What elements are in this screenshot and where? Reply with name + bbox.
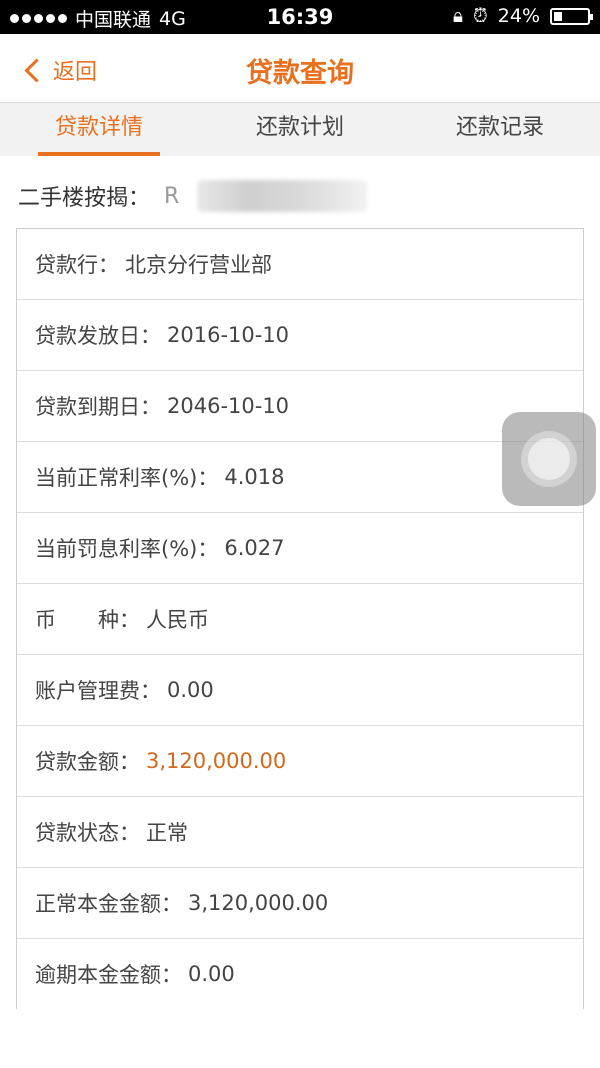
redacted-account-number xyxy=(197,180,368,212)
loan-type-label: 二手楼按揭： xyxy=(18,186,151,211)
battery-percent: 24% xyxy=(497,5,540,27)
detail-label: 贷款发放日： xyxy=(35,324,161,348)
detail-row-loan-status: 贷款状态： 正常 xyxy=(17,797,583,868)
detail-value: 3,120,000.00 xyxy=(188,891,329,915)
detail-row-management-fee: 账户管理费： 0.00 xyxy=(17,655,583,726)
detail-value: 0.00 xyxy=(188,962,235,986)
assistive-touch-dot-icon xyxy=(528,438,570,480)
detail-label: 账户管理费： xyxy=(35,679,161,703)
loan-amount-value: 3,120,000.00 xyxy=(146,749,287,773)
detail-value: 北京分行营业部 xyxy=(125,253,272,277)
active-tab-indicator xyxy=(38,152,160,156)
detail-label: 逾期本金金额： xyxy=(35,963,182,987)
detail-value: 正常 xyxy=(146,821,188,845)
detail-label: 贷款行： xyxy=(35,253,119,277)
detail-row-lending-branch: 贷款行： 北京分行营业部 xyxy=(17,229,583,300)
tab-label: 贷款详情 xyxy=(54,115,143,140)
detail-value: 4.018 xyxy=(224,465,285,489)
detail-row-issue-date: 贷款发放日： 2016-10-10 xyxy=(17,300,583,371)
detail-label: 正常本金金额： xyxy=(35,892,182,916)
nav-bar: 返回 贷款查询 xyxy=(0,34,600,103)
detail-row-overdue-principal: 逾期本金金额： 0.00 xyxy=(17,939,583,1009)
detail-label: 币 种： xyxy=(35,608,140,632)
tab-label: 还款计划 xyxy=(255,115,344,140)
battery-icon xyxy=(550,7,593,25)
detail-row-normal-principal: 正常本金金额： 3,120,000.00 xyxy=(17,868,583,939)
detail-row-loan-amount: 贷款金额： 3,120,000.00 xyxy=(17,726,583,797)
detail-value: 6.027 xyxy=(224,536,285,560)
detail-row-normal-rate: 当前正常利率(%)： 4.018 xyxy=(17,442,583,513)
detail-value: 2046-10-10 xyxy=(167,394,290,418)
tab-label: 还款记录 xyxy=(455,115,544,140)
tab-repayment-plan[interactable]: 还款计划 xyxy=(238,103,362,156)
assistive-touch-button[interactable] xyxy=(502,412,596,506)
page-title: 贷款查询 xyxy=(246,58,354,89)
detail-value: 2016-10-10 xyxy=(167,323,290,347)
detail-row-penalty-rate: 当前罚息利率(%)： 6.027 xyxy=(17,513,583,584)
tab-repayment-records[interactable]: 还款记录 xyxy=(438,103,562,156)
detail-label: 贷款金额： xyxy=(35,750,140,774)
detail-label: 贷款状态： xyxy=(35,821,140,845)
tab-bar: 贷款详情 还款计划 还款记录 xyxy=(0,103,600,156)
rotation-lock-icon: 🔒︎ xyxy=(452,5,463,27)
detail-label: 当前正常利率(%)： xyxy=(35,466,219,490)
detail-row-currency: 币 种： 人民币 xyxy=(17,584,583,655)
detail-value: 人民币 xyxy=(146,608,209,632)
status-bar: 中国联通 4G 16:39 🔒︎ ⏰︎ 24% xyxy=(0,0,600,34)
loan-account-number: R xyxy=(164,183,180,209)
detail-row-maturity-date: 贷款到期日： 2046-10-10 xyxy=(17,371,583,442)
alarm-icon: ⏰︎ xyxy=(472,5,488,27)
tab-loan-details[interactable]: 贷款详情 xyxy=(38,103,160,156)
detail-label: 贷款到期日： xyxy=(35,395,161,419)
detail-label: 当前罚息利率(%)： xyxy=(35,537,219,561)
loan-account-header: 二手楼按揭： R xyxy=(18,180,368,212)
detail-value: 0.00 xyxy=(167,678,214,702)
loan-details-card: 贷款行： 北京分行营业部 贷款发放日： 2016-10-10 贷款到期日： 20… xyxy=(16,228,584,1009)
